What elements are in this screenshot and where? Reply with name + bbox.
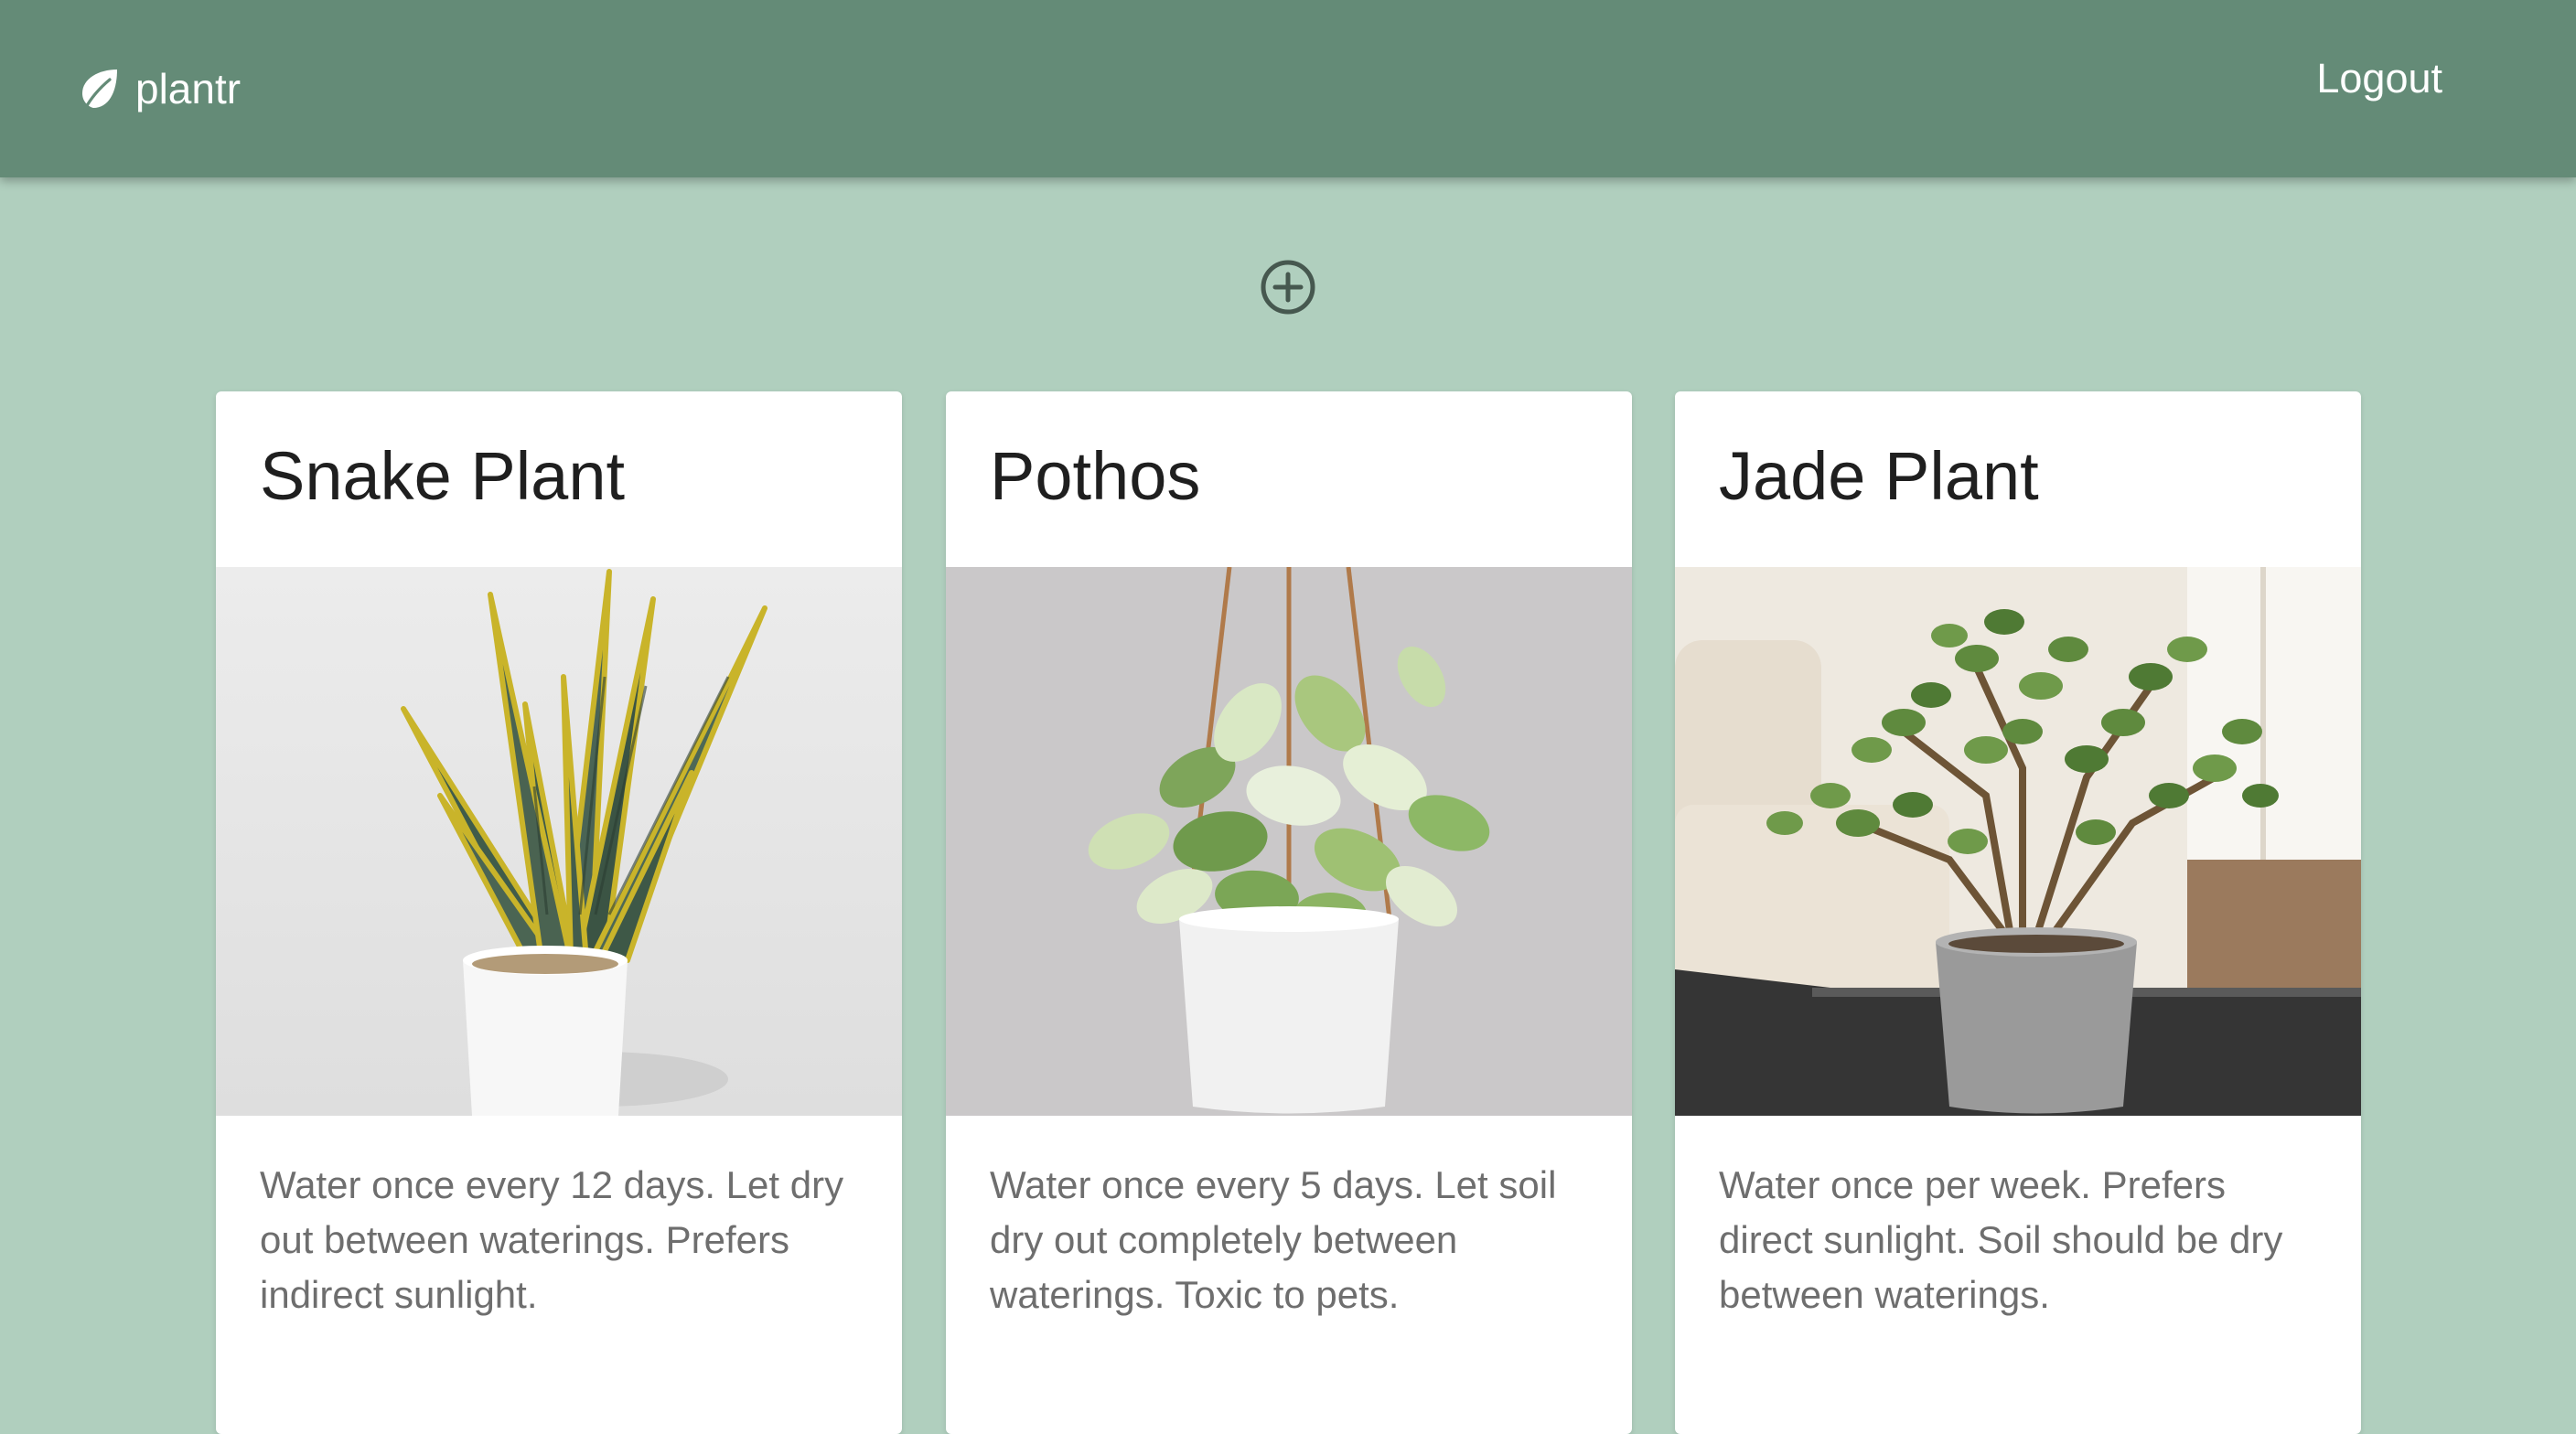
brand-name: plantr bbox=[135, 65, 242, 112]
logout-link[interactable]: Logout bbox=[2316, 55, 2442, 102]
add-plant-button[interactable] bbox=[1260, 259, 1316, 316]
plant-care-description: Water once per week. Prefers direct sunl… bbox=[1719, 1163, 2283, 1316]
plant-card-snake-plant[interactable]: Snake Plant Water once every 12 days. Le… bbox=[216, 391, 902, 1434]
plant-care-description: Water once every 5 days. Let soil dry ou… bbox=[990, 1163, 1557, 1316]
plant-card-pothos[interactable]: Pothos Water once every 5 days. Let soil… bbox=[946, 391, 1632, 1434]
navbar: plantr Logout bbox=[0, 0, 2576, 177]
plant-name: Jade Plant bbox=[1719, 438, 2039, 514]
brand-link[interactable]: plantr bbox=[77, 59, 241, 119]
plant-image bbox=[946, 567, 1632, 1116]
plant-care-description: Water once every 12 days. Let dry out be… bbox=[260, 1163, 844, 1316]
plus-circle-icon bbox=[1261, 260, 1315, 315]
leaf-icon bbox=[82, 70, 117, 111]
plant-name: Pothos bbox=[990, 438, 1201, 514]
plant-name: Snake Plant bbox=[260, 438, 626, 514]
plant-image bbox=[216, 567, 902, 1116]
plant-image bbox=[1675, 567, 2361, 1116]
plant-card-jade-plant[interactable]: Jade Plant Water once per week. Prefers … bbox=[1675, 391, 2361, 1434]
